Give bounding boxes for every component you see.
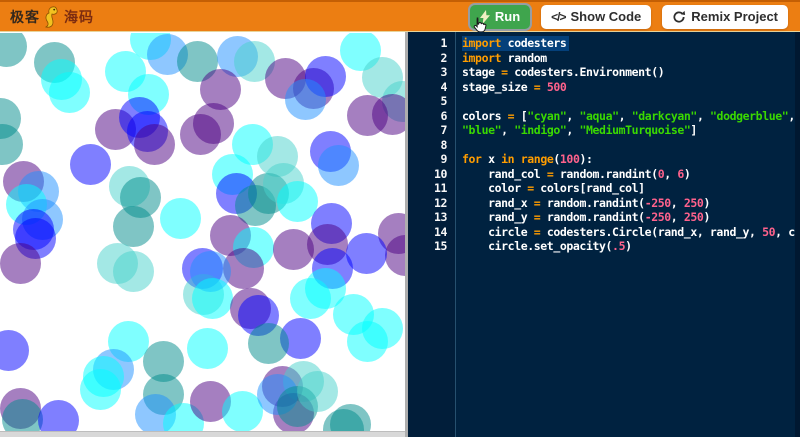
code-line[interactable]: 1import codesters [408, 36, 800, 51]
line-number: 6 [408, 109, 456, 124]
logo[interactable]: 极客 海码 [10, 5, 94, 29]
line-number: 13 [408, 210, 456, 225]
code-line[interactable]: 11 color = colors[rand_col] [408, 181, 800, 196]
stage-footer-bar [0, 431, 405, 437]
line-number: 10 [408, 167, 456, 182]
line-number: 4 [408, 80, 456, 95]
code-line[interactable]: 15 circle.set_opacity(.5) [408, 239, 800, 254]
logo-text-left: 极客 [10, 7, 40, 27]
circle [346, 233, 387, 274]
run-button[interactable]: Run [470, 5, 530, 29]
code-line[interactable]: 13 rand_y = random.randint(-250, 250) [408, 210, 800, 225]
circle [80, 369, 121, 410]
code-line[interactable]: 2import random [408, 51, 800, 66]
logo-text-right: 海码 [64, 7, 94, 27]
line-number: 9 [408, 152, 456, 167]
circle [248, 323, 289, 364]
circle [0, 124, 23, 165]
remix-project-button[interactable]: Remix Project [662, 5, 788, 29]
code-line[interactable]: 4stage_size = 500 [408, 80, 800, 95]
line-number: 12 [408, 196, 456, 211]
line-number: 5 [408, 94, 456, 109]
seahorse-icon [42, 5, 62, 29]
codesters-app-window: 极客 海码 Run < [0, 0, 800, 437]
circle [134, 124, 175, 165]
editor-lines: 1import codesters2import random3stage = … [408, 36, 800, 254]
code-line[interactable]: 9for x in range(100): [408, 152, 800, 167]
circle [0, 243, 41, 284]
app-header: 极客 海码 Run < [0, 0, 800, 32]
code-line[interactable]: 6colors = ["cyan", "aqua", "darkcyan", "… [408, 109, 800, 124]
circle [113, 206, 154, 247]
code-line[interactable]: 8 [408, 138, 800, 153]
circle [297, 371, 338, 412]
run-button-label: Run [495, 9, 520, 24]
line-number: 11 [408, 181, 456, 196]
show-code-button[interactable]: </> Show Code [541, 5, 651, 29]
lightning-icon [480, 10, 490, 24]
editor-scrollbar-track[interactable] [795, 32, 800, 437]
line-number: 14 [408, 225, 456, 240]
circle [187, 328, 228, 369]
line-number: 1 [408, 36, 456, 51]
circle [113, 251, 154, 292]
line-number: 15 [408, 239, 456, 254]
code-line[interactable]: 5 [408, 94, 800, 109]
code-line[interactable]: 3stage = codesters.Environment() [408, 65, 800, 80]
circle [70, 144, 111, 185]
circle [38, 400, 79, 432]
code-editor[interactable]: 1import codesters2import random3stage = … [408, 32, 800, 437]
circle [0, 33, 27, 67]
circle [372, 94, 406, 135]
line-number: 2 [408, 51, 456, 66]
circle [362, 308, 403, 349]
line-number: 7 [408, 123, 456, 138]
refresh-icon [672, 10, 686, 24]
header-button-group: Run </> Show Code Remix Proje [470, 5, 788, 29]
line-number: 8 [408, 138, 456, 153]
circle [0, 330, 29, 371]
show-code-label: Show Code [571, 9, 642, 24]
code-line[interactable]: 7"blue", "indigo", "MediumTurquoise"] [408, 123, 800, 138]
circle [318, 145, 359, 186]
circle [285, 79, 326, 120]
circle [192, 278, 233, 319]
code-icon: </> [551, 10, 565, 24]
circle [49, 72, 90, 113]
code-line[interactable]: 12 rand_x = random.randint(-250, 250) [408, 196, 800, 211]
circle [160, 198, 201, 239]
line-number: 3 [408, 65, 456, 80]
code-line[interactable]: 10 rand_col = random.randint(0, 6) [408, 167, 800, 182]
remix-project-label: Remix Project [691, 9, 778, 24]
circle [180, 114, 221, 155]
code-line[interactable]: 14 circle = codesters.Circle(rand_x, ran… [408, 225, 800, 240]
stage-canvas [0, 33, 405, 431]
